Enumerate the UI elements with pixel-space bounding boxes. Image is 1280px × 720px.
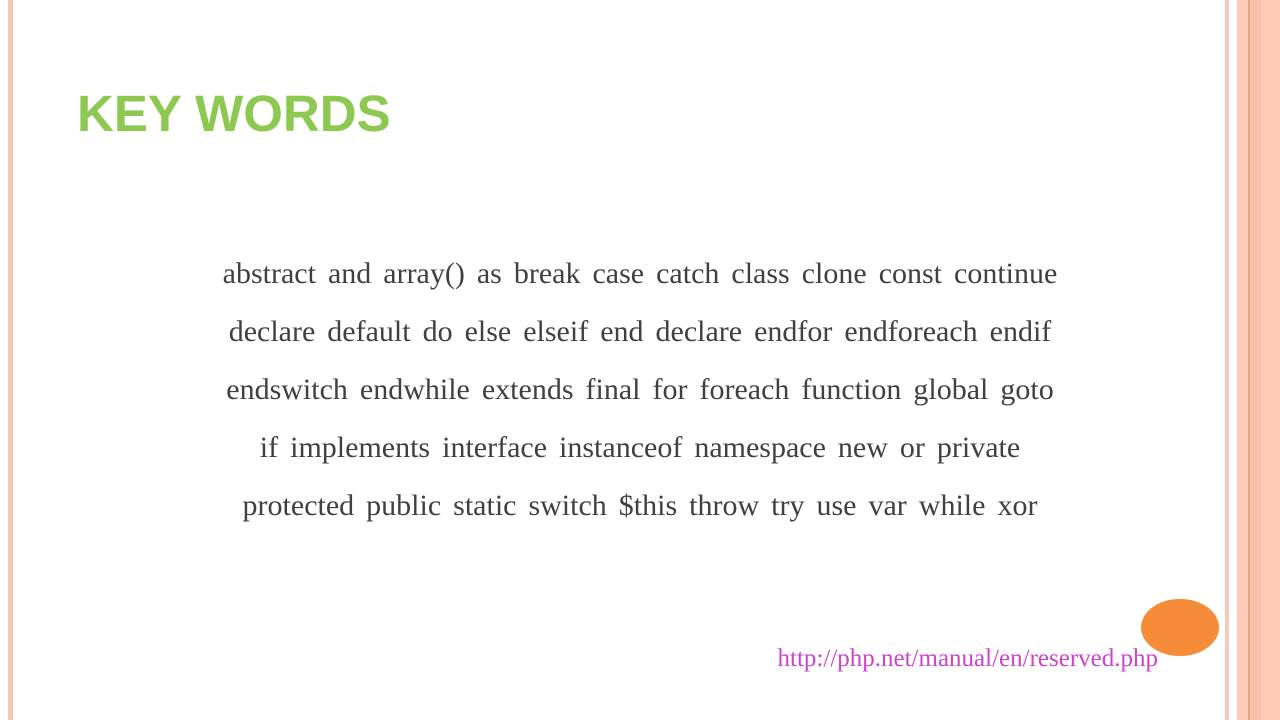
keyword: and [327, 257, 372, 290]
slide: KEY WORDS abstract and array() as break case c… [0, 0, 1280, 720]
keyword: endforeach [844, 315, 978, 348]
keyword: continue [954, 257, 1058, 290]
keyword: global [913, 373, 989, 406]
keyword: switch [528, 489, 607, 522]
keyword: while [918, 489, 986, 522]
slide-title: KEY WORDS [77, 85, 391, 142]
keyword-line: abstract and array() as break case catch class c… [110, 245, 1170, 303]
keyword: endswitch [226, 373, 348, 406]
keyword: public [366, 489, 442, 522]
keyword-line: declare default do else elseif end declare endf… [110, 303, 1170, 361]
keyword-list: abstract and array() as break case catch class c… [110, 245, 1170, 535]
keyword: final [585, 373, 641, 406]
keyword: implements [290, 431, 431, 464]
keyword: private [936, 431, 1021, 464]
keyword: elseif [523, 315, 589, 348]
left-border-stripe [8, 0, 13, 720]
keyword: abstract [222, 257, 316, 290]
keyword: array() [383, 257, 465, 290]
keyword-line: endswitch endwhile extends final for foreach f… [110, 361, 1170, 419]
keyword: endfor [754, 315, 833, 348]
keyword: throw [689, 489, 760, 522]
keyword-line: if implements interface instanceof namespace… [110, 419, 1170, 477]
reference-link[interactable]: http://php.net/manual/en/reserved.php [778, 645, 1158, 673]
keyword: class [731, 257, 790, 290]
keyword: clone [801, 257, 867, 290]
keyword: function [801, 373, 902, 406]
keyword: var [868, 489, 907, 522]
keyword: case [592, 257, 645, 290]
keyword: $this [618, 489, 678, 522]
keyword-line: protected public static switch $this throw try… [110, 477, 1170, 535]
keyword: or [899, 431, 925, 464]
keyword: protected [242, 489, 355, 522]
keyword: if [259, 431, 279, 464]
keyword: try [771, 489, 805, 522]
keyword: instanceof [559, 431, 683, 464]
keyword: do [422, 315, 453, 348]
right-border-band [1251, 0, 1261, 720]
keyword: break [513, 257, 581, 290]
keyword: default [327, 315, 411, 348]
right-border-dark-line [1248, 0, 1250, 720]
keyword: namespace [694, 431, 826, 464]
keyword: xor [997, 489, 1038, 522]
right-border-thin-stripe [1225, 0, 1229, 720]
keyword: declare [655, 315, 743, 348]
keyword: const [878, 257, 943, 290]
keyword: use [816, 489, 857, 522]
keyword: endif [989, 315, 1052, 348]
keyword: extends [481, 373, 574, 406]
keyword: catch [656, 257, 720, 290]
keyword: end [600, 315, 644, 348]
keyword: for [652, 373, 688, 406]
keyword: endwhile [359, 373, 470, 406]
keyword: foreach [699, 373, 790, 406]
keyword: new [837, 431, 888, 464]
keyword: goto [1000, 373, 1054, 406]
keyword: static [453, 489, 517, 522]
keyword: declare [228, 315, 316, 348]
keyword: as [476, 257, 502, 290]
keyword: interface [442, 431, 548, 464]
keyword: else [464, 315, 512, 348]
